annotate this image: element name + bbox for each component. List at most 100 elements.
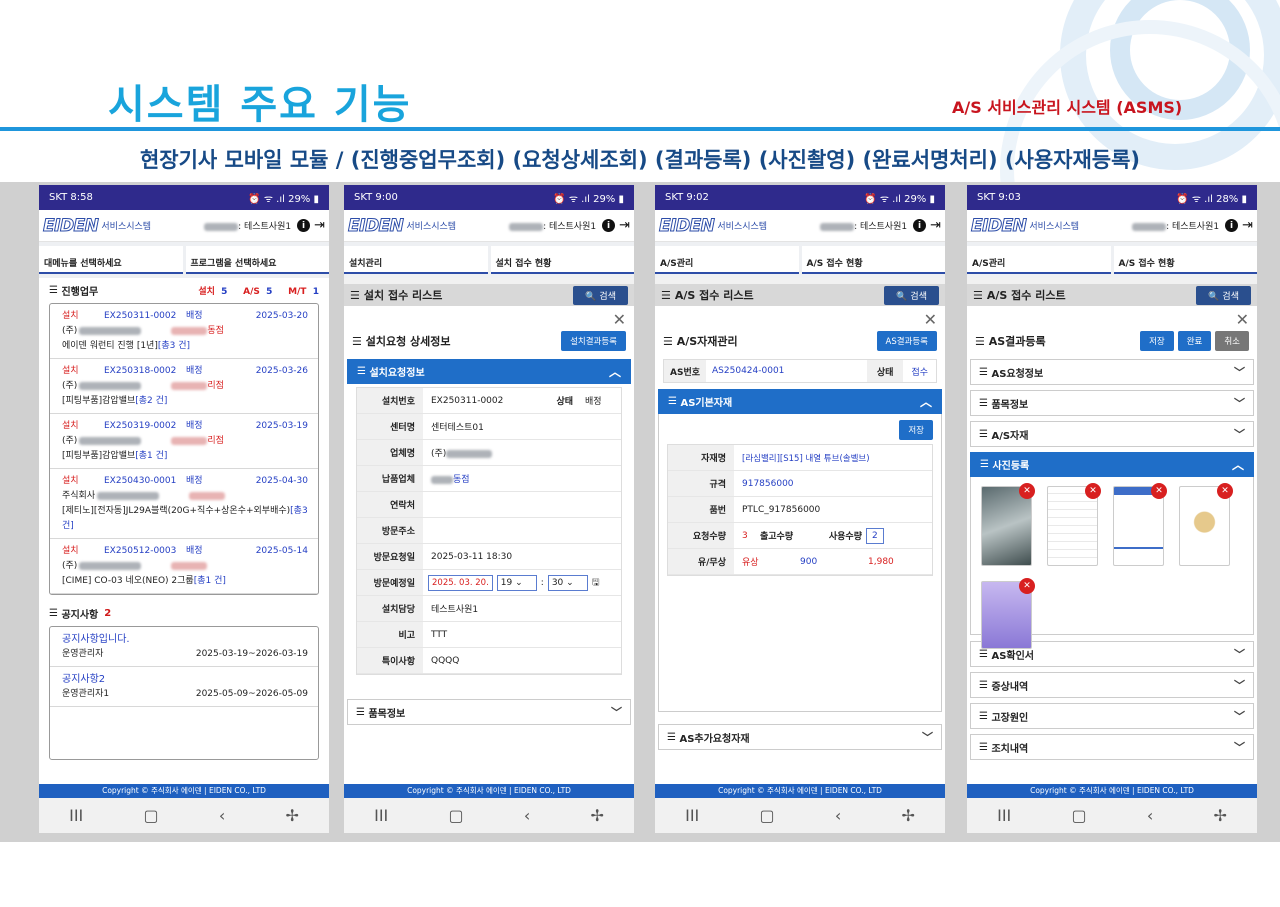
items-collapse[interactable]: ☰ 품목정보 ﹀ [970,390,1254,416]
info-icon[interactable]: i [297,219,311,232]
notice-list: 공지사항입니다. 운영관리자 2025-03-19~2026-03-19 공지사항2… [49,626,319,760]
close-icon[interactable]: ✕ [655,306,945,329]
battery-icon: ⏰ ᯤ .ıl 29% ▮ [248,193,319,205]
logout-icon[interactable]: ⇥ [1242,218,1253,233]
close-icon[interactable]: ✕ [344,306,634,329]
system-name: A/S 서비스관리 시스템 (ASMS) [952,98,1183,117]
eiden-logo[interactable]: EIDEN [970,215,1027,236]
notice-item[interactable]: 공지사항입니다. 운영관리자 2025-03-19~2026-03-19 [50,627,318,667]
action-collapse[interactable]: ☰ 조치내역 ﹀ [970,734,1254,760]
visit-date-input[interactable]: 2025. 03. 20. [428,574,493,591]
as-request-collapse[interactable]: ☰ AS요청정보 ﹀ [970,359,1254,385]
status-time: SKT 8:58 [49,192,93,203]
eiden-logo[interactable]: EIDEN [347,215,404,236]
as-material-collapse[interactable]: ☰ A/S자재 ﹀ [970,421,1254,447]
home-button[interactable]: ▢ [143,806,158,825]
main-menu-select[interactable]: 설치관리 [344,246,488,274]
program-select[interactable]: A/S 접수 현황 [1113,246,1257,274]
cancel-button[interactable]: 취소 [1215,331,1249,351]
notice-section-title: ☰ 공지사항 2 [49,608,112,621]
photo-thumbnail[interactable]: ✕ [981,578,1035,649]
service-label: 서비스시스템 [101,222,152,232]
logout-icon[interactable]: ⇥ [930,218,941,233]
footer: Copyright © 주식회사 에이덴 | EIDEN CO., LTD [967,784,1257,798]
main-menu-select[interactable]: 대메뉴를 선택하세요 [39,246,183,274]
cause-collapse[interactable]: ☰ 고장원인 ﹀ [970,703,1254,729]
job-list-item[interactable]: 설치 EX250311-0002 배정 2025-03-20 (주) 동점 에이덴 워런티 … [50,304,318,359]
menu-selectors: A/S관리 A/S 접수 현황 [655,242,945,278]
accessibility-button[interactable]: ✢ [285,806,298,825]
save-button[interactable]: 저장 [899,420,933,440]
slide: 시스템 주요 기능 A/S 서비스관리 시스템 (ASMS) 현장기사 모바일 … [0,0,1280,907]
search-button[interactable]: 🔍 검색 [1196,285,1251,305]
use-qty-input[interactable]: 2 [866,527,884,544]
install-result-button[interactable]: 설치결과등록 [561,331,626,351]
save-button[interactable]: 저장 [1140,331,1174,351]
delete-photo-icon[interactable]: ✕ [1217,483,1233,499]
menu-selectors: 설치관리 설치 접수 현황 [344,242,634,278]
program-select[interactable]: A/S 접수 현황 [801,246,945,274]
complete-button[interactable]: 완료 [1177,331,1212,351]
program-select[interactable]: 프로그램을 선택하세요 [185,246,329,274]
recents-button[interactable]: III [69,806,83,825]
material-content: ☰ A/S 접수 리스트 🔍 검색 ✕ ☰ A/S자재관리 AS결과등록 AS번호 A… [655,284,945,784]
home-button[interactable]: ▢ [759,806,774,825]
logout-icon[interactable]: ⇥ [314,218,325,233]
search-button[interactable]: 🔍 검색 [884,285,939,305]
home-button[interactable]: ▢ [448,806,463,825]
modal-header: ☰ A/S자재관리 AS결과등록 [655,329,945,359]
back-button[interactable]: ‹ [524,806,530,825]
menu-selectors: 대메뉴를 선택하세요 프로그램을 선택하세요 [39,242,329,278]
photo-thumbnail[interactable]: ✕ [981,483,1035,566]
accessibility-button[interactable]: ✢ [901,806,914,825]
logout-icon[interactable]: ⇥ [619,218,630,233]
back-button[interactable]: ‹ [1147,806,1153,825]
recents-button[interactable]: III [374,806,388,825]
notice-item[interactable]: 공지사항2 운영관리자1 2025-05-09~2026-05-09 [50,667,318,707]
save-icon[interactable]: 🖫 [592,575,600,591]
home-button[interactable]: ▢ [1071,806,1086,825]
job-list-item[interactable]: 설치 EX250319-0002 배정 2025-03-19 (주) 리점 [피팅부품]감압… [50,414,318,469]
recents-button[interactable]: III [997,806,1011,825]
delete-photo-icon[interactable]: ✕ [1151,483,1167,499]
chevron-up-icon: ︿ [919,395,932,409]
eiden-logo[interactable]: EIDEN [658,215,715,236]
accessibility-button[interactable]: ✢ [1213,806,1226,825]
list-icon: ☰ [350,288,360,302]
search-button[interactable]: 🔍 검색 [573,285,628,305]
program-select[interactable]: 설치 접수 현황 [490,246,634,274]
close-icon[interactable]: ✕ [967,306,1257,329]
main-menu-select[interactable]: A/S관리 [967,246,1111,274]
info-icon[interactable]: i [1225,219,1239,232]
job-list-item[interactable]: 설치 EX250430-0001 배정 2025-04-30 주식회사 [제티노][전자동… [50,469,318,539]
photo-thumbnail[interactable]: ✕ [1047,483,1101,566]
minute-select[interactable]: 30 ⌄ [547,574,588,591]
job-list-item[interactable]: 설치 EX250318-0002 배정 2025-03-26 (주) 리점 [피팅부품]감압… [50,359,318,414]
symptom-collapse[interactable]: ☰ 증상내역 ﹀ [970,672,1254,698]
delete-photo-icon[interactable]: ✕ [1019,483,1035,499]
accessibility-button[interactable]: ✢ [590,806,603,825]
hour-select[interactable]: 19 ⌄ [496,574,537,591]
recents-button[interactable]: III [685,806,699,825]
job-list-item[interactable]: 설치 EX250512-0003 배정 2025-05-14 (주) [CIME] CO-… [50,539,318,594]
panel-header[interactable]: ☰ AS기본자재 ︿ [658,389,942,414]
info-icon[interactable]: i [913,219,927,232]
back-button[interactable]: ‹ [835,806,841,825]
items-collapse[interactable]: ☰ 품목정보 ﹀ [347,699,631,725]
phone-screen-3: SKT 9:02 ⏰ ᯤ .ıl 29% ▮ EIDEN 서비스시스템 : 테스트… [655,185,945,833]
eiden-logo[interactable]: EIDEN [42,215,99,236]
panel-header[interactable]: ☰ 설치요청정보 ︿ [347,359,631,384]
photo-thumbnail[interactable]: ✕ [1113,483,1167,566]
photo-panel-header[interactable]: ☰ 사진등록 ︿ [970,452,1254,477]
delete-photo-icon[interactable]: ✕ [1019,578,1035,594]
detail-modal: ✕ ☰ 설치요청 상세정보 설치결과등록 ☰ 설치요청정보 ︿ 설치번호 EX2503… [344,306,634,784]
main-menu-select[interactable]: A/S관리 [655,246,799,274]
dashboard-content: ☰ 진행업무 설치 5 A/S 5 M/T 1 설치 EX250311-0002 배… [39,278,329,784]
delete-photo-icon[interactable]: ✕ [1085,483,1101,499]
extra-material-collapse[interactable]: ☰ AS추가요청자재 ﹀ [658,724,942,750]
back-button[interactable]: ‹ [219,806,225,825]
title-rule [0,127,1280,131]
info-icon[interactable]: i [602,219,616,232]
as-result-button[interactable]: AS결과등록 [876,331,937,351]
photo-thumbnail[interactable]: ✕ [1179,483,1233,566]
